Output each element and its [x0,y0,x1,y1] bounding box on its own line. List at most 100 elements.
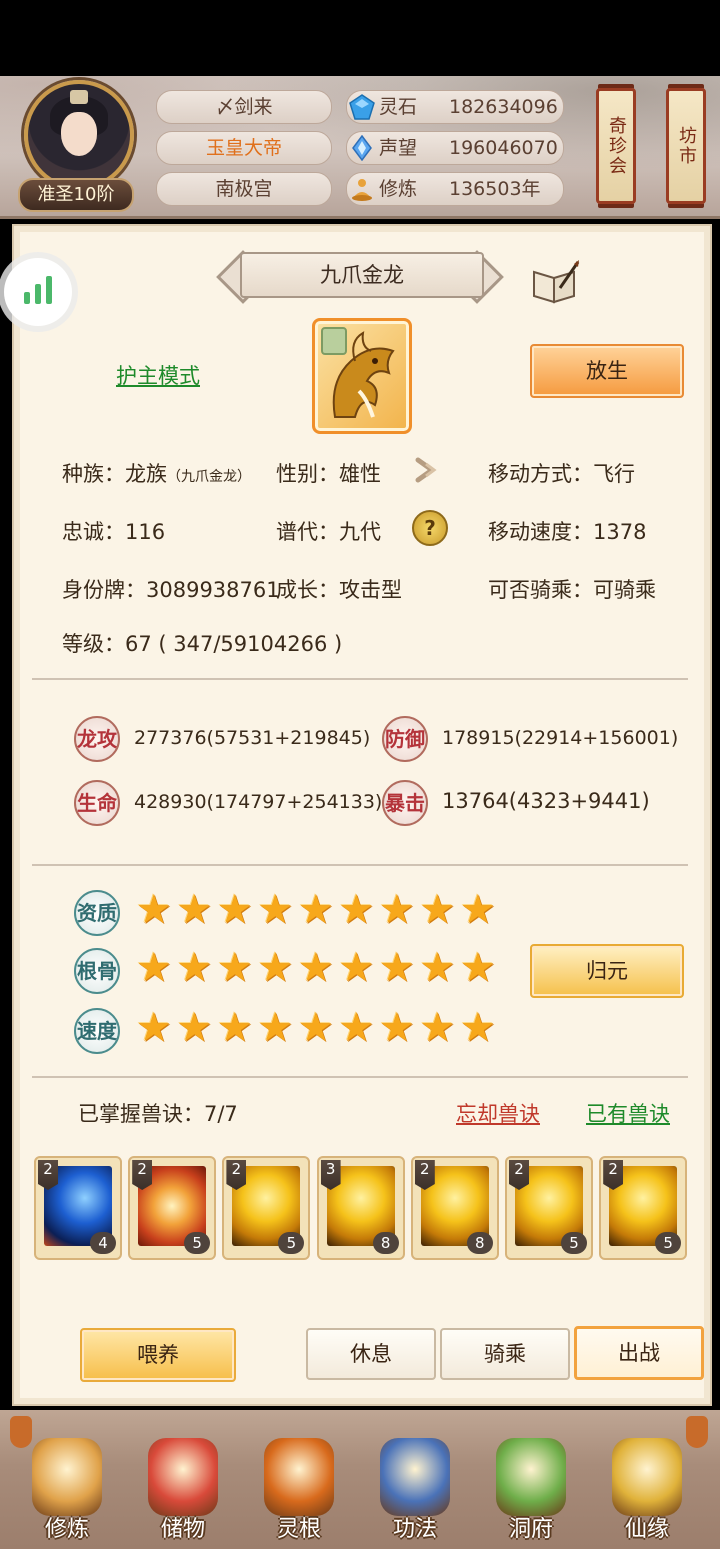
star-icon: ★ [419,887,456,933]
arrow-right-icon[interactable] [412,454,444,486]
speed-icon: 速度 [74,1008,120,1054]
skill-slot[interactable]: 25 [505,1156,593,1260]
forget-skill-link[interactable]: 忘却兽诀 [456,1098,540,1128]
star-icon: ★ [298,887,334,933]
skill-slot[interactable]: 24 [34,1156,122,1260]
nav-item[interactable]: 灵根 [244,1412,354,1547]
attack-stat-value: 277376(57531+219845) [134,727,371,749]
skill-level: 5 [184,1232,211,1254]
star-icon: ★ [257,1005,294,1051]
aptitude-icon: 资质 [74,890,120,936]
divider [32,1076,688,1078]
nav-item[interactable]: 洞府 [476,1412,586,1547]
pet-name-plate: 九爪金龙 [216,248,504,304]
star-icon: ★ [298,1005,334,1051]
technique-book-icon [380,1438,450,1516]
star-icon: ★ [257,887,294,933]
nav-item[interactable]: 储物 [128,1412,238,1547]
info-level: 等级：67 ( 347/59104266 ) [62,632,343,656]
feed-button[interactable]: 喂养 [80,1328,236,1382]
info-loyalty: 忠诚：116 [62,520,166,544]
treasure-market-scroll[interactable]: 奇珍会 [596,88,636,204]
star-icon: ★ [176,945,213,991]
defense-stat-icon: 防御 [382,716,428,762]
cultivate-icon [32,1438,102,1516]
star-icon: ★ [338,887,375,933]
reputation-icon [352,135,372,161]
resource-reputation: 声望 196046070 [346,131,564,165]
race-subtype: （九爪金龙） [167,469,251,485]
signal-float-button[interactable] [4,258,72,326]
owned-skills-link[interactable]: 已有兽诀 [586,1098,670,1128]
star-icon: ★ [217,887,253,933]
skill-slot[interactable]: 25 [599,1156,688,1260]
guard-mode-link[interactable]: 护主模式 [116,360,200,390]
deploy-button[interactable]: 出战 [574,1326,704,1380]
skill-tier: 2 [132,1160,153,1190]
star-icon: ★ [338,1005,375,1051]
spirit-root-icon [264,1438,334,1516]
info-move-type: 移动方式：飞行 [488,462,635,486]
resource-value: 182634096 [449,96,558,118]
star-icon: ★ [379,887,415,933]
rename-book-icon[interactable] [530,258,580,304]
info-id-tag: 身份牌：3089938761 [62,578,280,602]
spirit-stone-icon [349,94,375,120]
crit-stat-value: 13764(4323+9441) [442,789,650,813]
info-gender: 性别：雄性 [276,462,381,486]
star-icon: ★ [136,887,172,933]
skill-slot[interactable]: 28 [410,1156,499,1260]
nav-item[interactable]: 修炼 [12,1412,122,1547]
star-icon: ★ [460,887,496,933]
nav-label: 储物 [160,1517,205,1542]
bazaar-scroll[interactable]: 坊市 [666,88,706,204]
signal-bar [24,292,30,304]
star-icon: ★ [257,945,294,991]
player-title: 玉皇大帝 [156,131,332,165]
bone-icon: 根骨 [74,948,120,994]
star-icon: ★ [419,1005,456,1051]
fate-gourd-icon [612,1438,682,1516]
skill-level: 5 [655,1232,682,1254]
player-avatar[interactable] [24,80,134,190]
signal-bar [35,284,41,304]
divider [32,678,688,680]
defense-stat-value: 178915(22914+156001) [442,727,679,749]
star-icon: ★ [217,945,253,991]
meditation-icon [352,179,372,201]
help-icon[interactable]: ? [412,510,448,546]
nav-label: 修炼 [44,1517,89,1542]
nav-label: 洞府 [508,1517,553,1542]
skill-level: 5 [278,1232,305,1254]
skill-slot[interactable]: 38 [316,1156,405,1260]
skill-tier: 2 [226,1160,247,1190]
avatar-crown [70,90,88,104]
star-icon: ★ [136,945,172,991]
storage-bag-icon [148,1438,218,1516]
avatar-face [61,112,97,156]
info-generation: 谱代：九代 [276,520,381,544]
resource-label: 声望 [379,137,418,159]
release-button[interactable]: 放生 [530,344,684,398]
star-icon: ★ [217,1005,253,1051]
star-icon: ★ [460,1005,496,1051]
skill-slot[interactable]: 25 [222,1156,311,1260]
health-stat-value: 428930(174797+254133) [134,791,383,813]
crit-stat-icon: 暴击 [382,780,428,826]
nav-item[interactable]: 功法 [360,1412,470,1547]
divider [32,864,688,866]
reset-button[interactable]: 归元 [530,944,684,998]
pet-portrait[interactable] [312,318,412,434]
nav-item[interactable]: 仙缘 [592,1412,702,1547]
skill-tier: 2 [414,1160,435,1190]
ride-button[interactable]: 骑乘 [440,1328,570,1380]
status-bar [0,0,720,76]
info-rideable: 可否骑乘：可骑乘 [488,578,656,602]
lock-icon [321,327,347,355]
skill-slot[interactable]: 25 [128,1156,217,1260]
nav-label: 仙缘 [624,1517,669,1542]
rest-button[interactable]: 休息 [306,1328,436,1380]
skill-level: 8 [466,1232,493,1254]
star-icon: ★ [379,945,415,991]
nav-label: 功法 [392,1517,437,1542]
